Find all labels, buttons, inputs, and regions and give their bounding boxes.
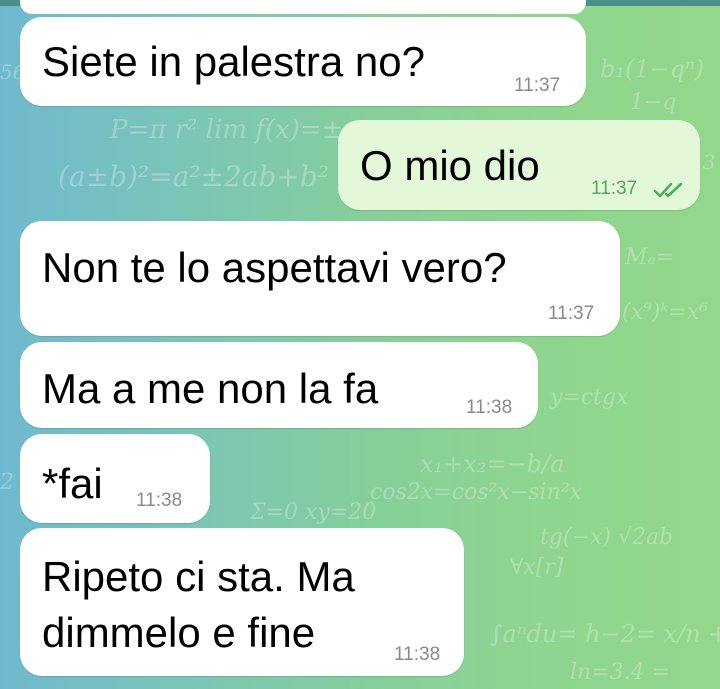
wallpaper-doodle: y=ctgx <box>550 385 629 410</box>
wallpaper-doodle: Mₐ= <box>625 245 675 270</box>
message-text: Ma a me non la fa <box>42 365 379 412</box>
message-bubble-incoming[interactable]: Siete in palestra no? 11:37 <box>20 17 586 106</box>
wallpaper-doodle: P=π r² lim f(x)=±∞ <box>110 115 366 145</box>
wallpaper-doodle: (x⁹)ᵏ=x⁶ <box>622 300 709 325</box>
message-timestamp: 11:38 <box>466 397 513 418</box>
message-timestamp: 11:38 <box>394 644 441 665</box>
message-text: Non te lo aspettavi vero? <box>42 244 507 291</box>
message-bubble-outgoing[interactable]: O mio dio 11:37 <box>338 120 700 210</box>
double-check-icon <box>653 182 683 198</box>
wallpaper-doodle: Σ=0 xy=20 <box>250 500 377 525</box>
wallpaper-doodle: 2 <box>0 470 14 495</box>
wallpaper-doodle: ∀x[r] <box>510 555 564 580</box>
message-bubble-incoming[interactable]: Non te lo aspettavi vero? 11:37 <box>20 221 620 336</box>
wallpaper-doodle: ∫aⁿdu= h−2= x/n + √3 <box>490 620 720 648</box>
wallpaper-doodle: 1−q <box>630 90 677 115</box>
message-timestamp: 11:37 <box>591 178 638 199</box>
message-text: Siete in palestra no? <box>42 38 425 85</box>
message-text-line-2: dimmelo e fine <box>42 609 316 656</box>
wallpaper-doodle: (a±b)²=a²±2ab+b² <box>58 160 330 193</box>
message-timestamp: 11:37 <box>548 303 595 324</box>
wallpaper-doodle: ln=3.4 = <box>570 660 671 685</box>
wallpaper-doodle: x₁+x₂=−b/a <box>420 450 565 478</box>
message-timestamp: 11:37 <box>514 75 561 96</box>
message-text: O mio dio <box>360 142 540 189</box>
message-timestamp: 11:38 <box>136 490 183 511</box>
message-text-line-1: Ripeto ci sta. Ma <box>42 553 355 600</box>
wallpaper-doodle: tg(−x) √2ab <box>540 525 674 550</box>
message-bubble-incoming[interactable]: *fai 11:38 <box>20 434 210 523</box>
message-bubble-incoming[interactable]: Ma a me non la fa 11:38 <box>20 342 538 428</box>
message-text: *fai <box>42 460 103 507</box>
message-bubble-incoming[interactable]: Ripeto ci sta. Ma dimmelo e fine 11:38 <box>20 528 464 676</box>
previous-message-bubble <box>20 0 586 14</box>
wallpaper-doodle: b₁(1−qⁿ) <box>600 55 705 83</box>
wallpaper-doodle: cos2x=cos²x−sin²x <box>370 480 582 505</box>
